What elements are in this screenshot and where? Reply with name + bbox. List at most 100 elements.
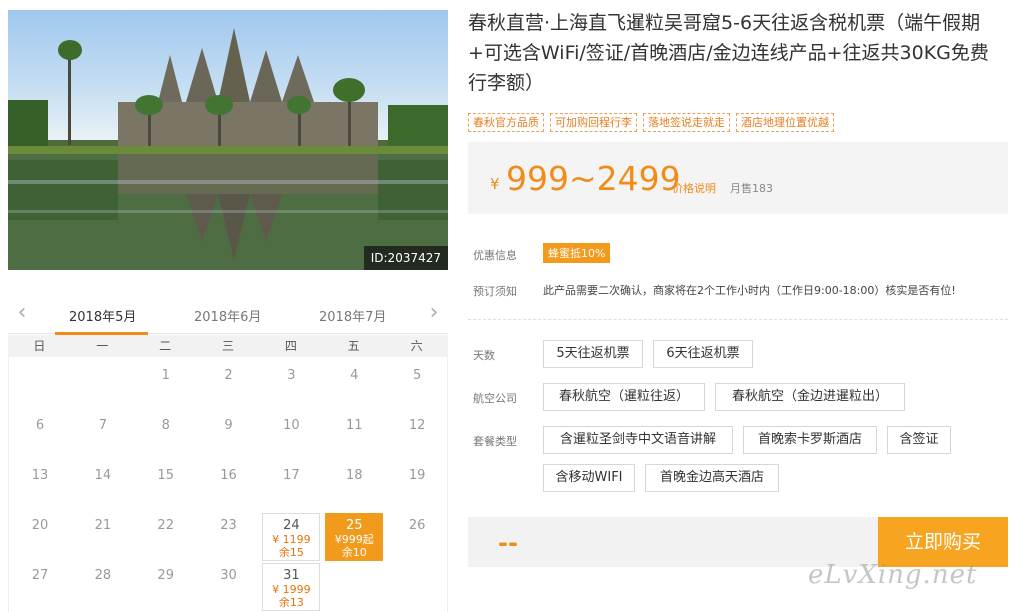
day-number: 31 <box>283 568 300 583</box>
weekday-label: 三 <box>222 339 235 353</box>
day-number: 8 <box>161 418 170 433</box>
package-label: 套餐类型 <box>473 435 517 448</box>
feature-tag: 可加购回程行李 <box>550 113 637 132</box>
calendar-day: 1 <box>135 357 197 407</box>
weekday-label: 四 <box>284 339 297 353</box>
angkor-wat-illustration <box>8 28 448 270</box>
calendar-day: 21 <box>72 507 134 557</box>
option-airline-siem-reap[interactable]: 春秋航空（暹粒往返） <box>543 383 705 411</box>
day-stock: 余10 <box>341 546 367 559</box>
calendar-day: 30 <box>198 557 260 607</box>
calendar-month-nav: ‹ 2018年5月 2018年6月 2018年7月 › <box>8 296 448 334</box>
weekday-label: 六 <box>410 339 423 353</box>
day-number: 3 <box>287 368 296 383</box>
day-number: 22 <box>157 518 174 533</box>
promo-badge: 蜂蜜抵10% <box>543 243 611 263</box>
weekday-label: 日 <box>33 339 46 353</box>
calendar-day: 5 <box>386 357 448 407</box>
feature-tag: 落地签说走就走 <box>643 113 730 132</box>
calendar-day: 26 <box>386 507 448 557</box>
tab-month-3[interactable]: 2018年7月 <box>319 306 386 325</box>
divider <box>468 319 1008 320</box>
weekday-label: 一 <box>96 339 109 353</box>
price-range: 999~2499 <box>506 159 681 198</box>
calendar-day: 14 <box>72 457 134 507</box>
currency-symbol: ¥ <box>490 175 500 193</box>
day-number: 12 <box>408 418 426 433</box>
chevron-right-icon[interactable]: › <box>424 302 444 326</box>
day-price: ¥ 1999 <box>272 583 311 596</box>
weekday-label: 五 <box>347 339 360 353</box>
weekday-label: 二 <box>159 339 172 353</box>
option-days-6[interactable]: 6天往返机票 <box>653 340 753 368</box>
option-package-sokha-hotel[interactable]: 首晚索卡罗斯酒店 <box>743 426 877 454</box>
calendar-day: 27 <box>9 557 71 607</box>
day-number: 5 <box>413 368 422 383</box>
calendar-day: 20 <box>9 507 71 557</box>
monthly-sales: 月售183 <box>730 182 773 195</box>
day-price: ¥999起 <box>334 533 374 546</box>
calendar-day[interactable]: 25 ¥999起 余10 <box>325 513 384 561</box>
notice-label: 预订须知 <box>473 285 517 298</box>
option-days-5[interactable]: 5天往返机票 <box>543 340 643 368</box>
price-box: ¥ 999~2499 价格说明 月售183 <box>468 142 1008 214</box>
calendar-day[interactable]: 31 ¥ 1999 余13 <box>262 563 321 611</box>
option-package-audio-guide[interactable]: 含暹粒圣剑寺中文语音讲解 <box>543 426 733 454</box>
day-number: 29 <box>157 568 174 583</box>
calendar-day: 10 <box>260 407 322 457</box>
day-number: 16 <box>220 468 237 483</box>
calendar-weekday-header: 日 一 二 三 四 五 六 <box>8 335 448 357</box>
calendar-day: 12 <box>386 407 448 457</box>
calendar-day: 28 <box>72 557 134 607</box>
day-number: 30 <box>220 568 237 583</box>
day-number: 20 <box>31 518 49 533</box>
product-title: 春秋直营·上海直飞暹粒吴哥窟5-6天往返含税机票（端午假期+可选含WiFi/签证… <box>468 12 989 94</box>
option-package-visa[interactable]: 含签证 <box>887 426 951 454</box>
calendar-day: 15 <box>135 457 197 507</box>
chevron-left-icon[interactable]: ‹ <box>12 302 32 326</box>
option-package-phnom-penh-hotel[interactable]: 首晚金边高天酒店 <box>645 464 779 492</box>
day-number: 6 <box>35 418 45 433</box>
day-number: 18 <box>346 468 363 483</box>
day-stock: 余13 <box>278 596 304 609</box>
booking-notice: 此产品需要二次确认，商家将在2个工作小时内（工作日9:00-18:00）核实是否… <box>543 284 956 297</box>
image-id-badge: ID:2037427 <box>363 246 448 270</box>
calendar-day: 23 <box>198 507 260 557</box>
day-number: 23 <box>220 518 237 533</box>
site-watermark: eLvXing.net <box>808 560 978 590</box>
calendar-day: 6 <box>9 407 71 457</box>
calendar-day: 2 <box>198 357 260 407</box>
calendar-day: 13 <box>9 457 71 507</box>
day-number: 19 <box>408 468 426 483</box>
day-number: 28 <box>94 568 112 583</box>
day-number: 26 <box>408 518 426 533</box>
option-airline-phnom-penh[interactable]: 春秋航空（金边进暹粒出） <box>715 383 905 411</box>
day-number: 11 <box>346 418 363 433</box>
option-package-wifi[interactable]: 含移动WIFI <box>543 464 635 492</box>
day-number: 14 <box>94 468 112 483</box>
day-number: 7 <box>98 418 107 433</box>
calendar-day: 8 <box>135 407 197 457</box>
tab-month-1[interactable]: 2018年5月 <box>69 306 136 325</box>
calendar-grid: 1 2 3 4 5 6 7 8 9 10 11 12 13 14 15 16 17 18 19 20 21 22 23 24 ¥… <box>8 357 448 612</box>
calendar-day: 19 <box>386 457 448 507</box>
day-number: 21 <box>94 518 112 533</box>
day-number: 15 <box>157 468 174 483</box>
day-number: 27 <box>31 568 49 583</box>
airline-label: 航空公司 <box>473 392 517 405</box>
day-number: 24 <box>283 518 300 533</box>
selected-price-placeholder: -- <box>498 529 518 557</box>
price-help-link[interactable]: 价格说明 <box>672 180 716 196</box>
calendar-day: 17 <box>260 457 322 507</box>
day-number: 1 <box>161 368 170 383</box>
calendar-day: 4 <box>323 357 385 407</box>
calendar-day: 7 <box>72 407 134 457</box>
calendar-day: 11 <box>323 407 385 457</box>
day-number: 17 <box>283 468 300 483</box>
calendar-day[interactable]: 24 ¥ 1199 余15 <box>262 513 321 561</box>
tab-month-2[interactable]: 2018年6月 <box>194 306 261 325</box>
calendar-day: 9 <box>198 407 260 457</box>
day-number: 13 <box>31 468 49 483</box>
calendar-day: 29 <box>135 557 197 607</box>
day-price: ¥ 1199 <box>272 533 311 546</box>
